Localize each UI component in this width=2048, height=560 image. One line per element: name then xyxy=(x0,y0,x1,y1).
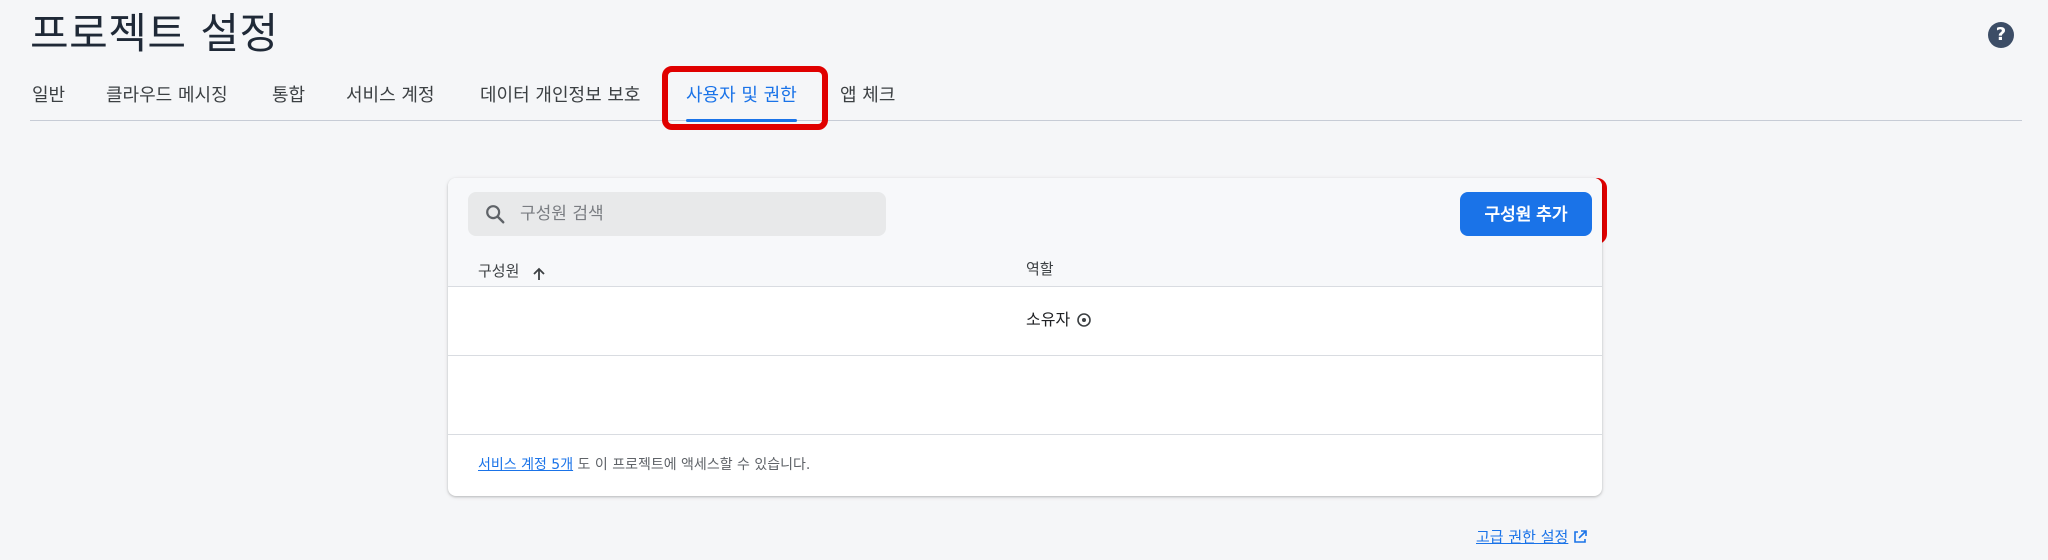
table-row xyxy=(448,356,1602,435)
advanced-permissions-link[interactable]: 고급 권한 설정 xyxy=(1476,526,1588,547)
tab-users-and-permissions-label: 사용자 및 권한 xyxy=(686,85,797,106)
tab-bar: 일반 클라우드 메시징 통합 서비스 계정 데이터 개인정보 보호 사용자 및 … xyxy=(30,78,2022,122)
members-card: 구성원 추가 구성원 역할 소유자 서비스 계정 5개 xyxy=(448,178,1602,496)
role-column-header: 역할 xyxy=(1026,260,1054,278)
active-tab-indicator xyxy=(686,119,797,122)
role-cell: 소유자 xyxy=(1026,309,1092,331)
card-toolbar: 구성원 추가 xyxy=(448,178,1602,248)
tab-app-check[interactable]: 앱 체크 xyxy=(840,82,895,120)
tab-data-privacy[interactable]: 데이터 개인정보 보호 xyxy=(480,82,640,120)
external-link-icon xyxy=(1572,529,1588,545)
page-title: 프로젝트 설정 xyxy=(30,9,279,58)
tab-integrations[interactable]: 통합 xyxy=(272,82,305,120)
member-column-label: 구성원 xyxy=(478,262,520,280)
service-accounts-note-text: 도 이 프로젝트에 액세스할 수 있습니다. xyxy=(577,457,811,473)
search-input[interactable] xyxy=(518,203,842,225)
table-header: 구성원 역할 xyxy=(448,248,1602,287)
role-label: 소유자 xyxy=(1026,310,1071,329)
info-icon[interactable] xyxy=(1076,312,1092,328)
search-box[interactable] xyxy=(468,192,886,236)
table-row: 소유자 xyxy=(448,287,1602,356)
member-column-header[interactable]: 구성원 xyxy=(478,260,546,282)
advanced-permissions-label: 고급 권한 설정 xyxy=(1476,528,1569,546)
service-accounts-note: 서비스 계정 5개 도 이 프로젝트에 액세스할 수 있습니다. xyxy=(478,454,810,474)
add-member-button[interactable]: 구성원 추가 xyxy=(1460,192,1592,236)
tab-service-accounts[interactable]: 서비스 계정 xyxy=(346,82,435,120)
tab-general[interactable]: 일반 xyxy=(32,82,65,120)
search-icon xyxy=(484,203,506,225)
service-accounts-link[interactable]: 서비스 계정 5개 xyxy=(478,457,573,473)
arrow-up-icon xyxy=(532,265,546,280)
help-icon[interactable]: ? xyxy=(1988,22,2014,48)
tab-cloud-messaging[interactable]: 클라우드 메시징 xyxy=(106,82,228,120)
tab-users-and-permissions[interactable]: 사용자 및 권한 xyxy=(686,82,797,122)
